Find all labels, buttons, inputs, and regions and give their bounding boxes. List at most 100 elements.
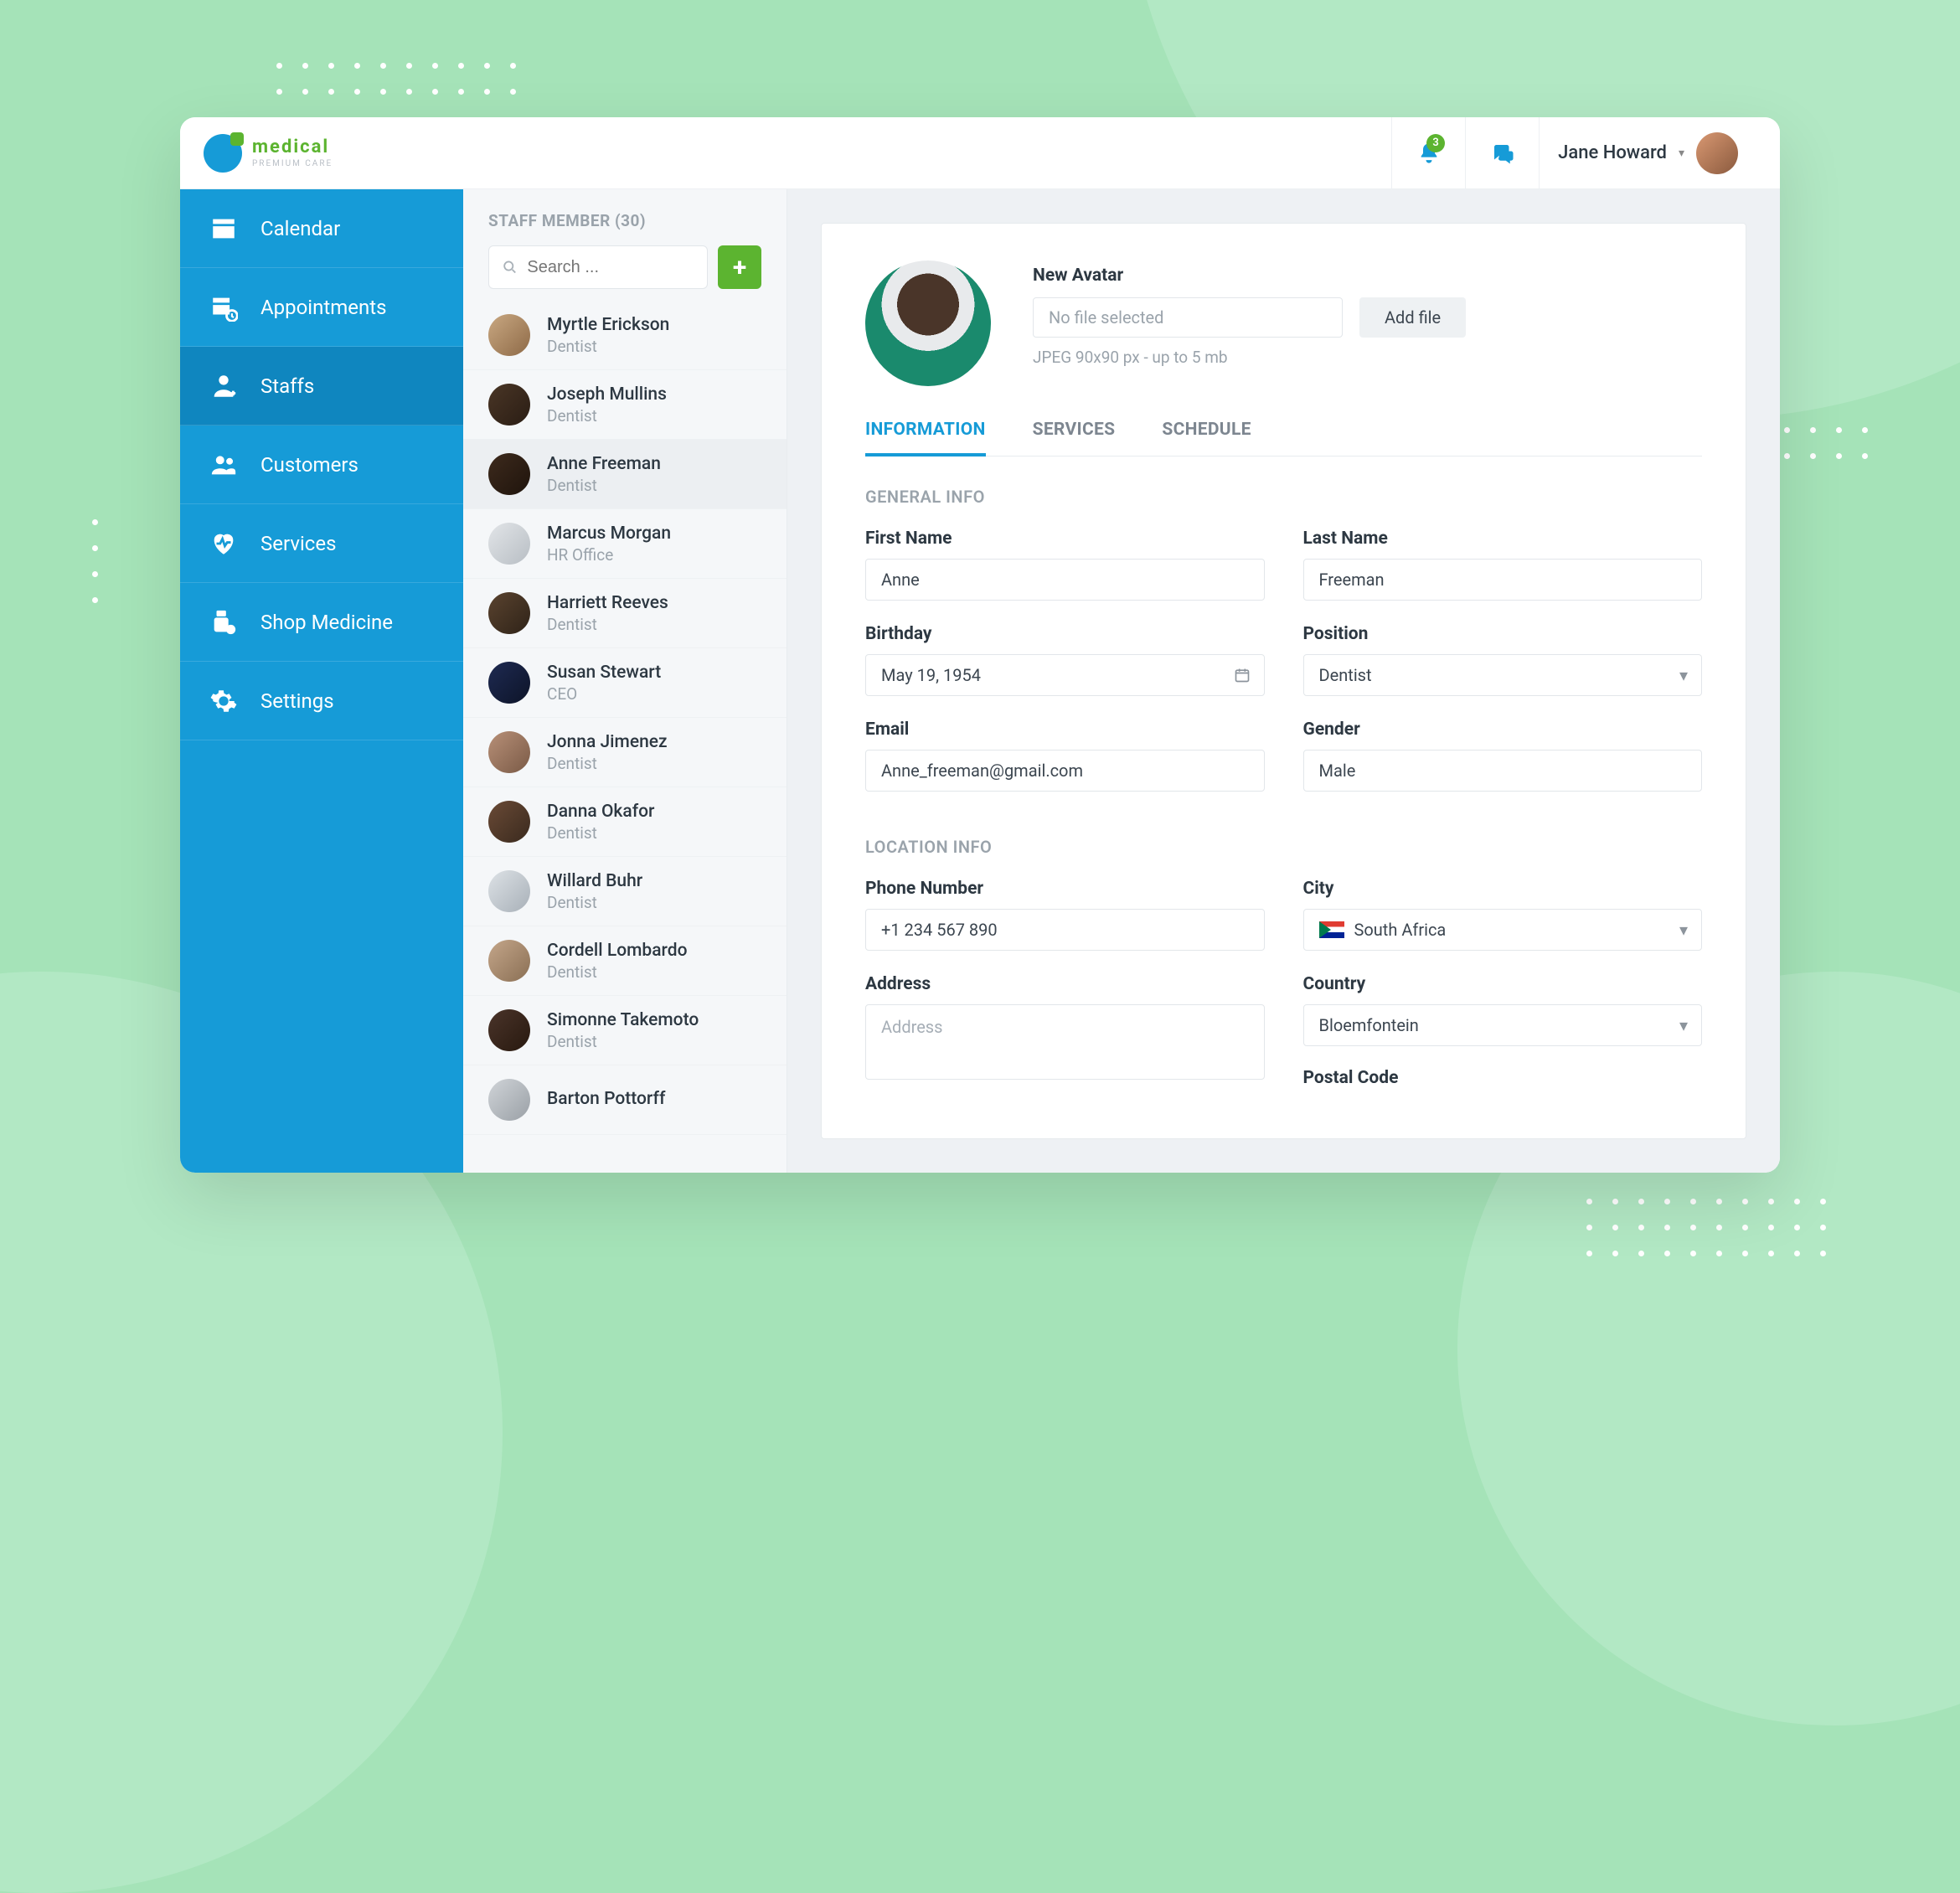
flag-south-africa-icon — [1319, 921, 1344, 938]
sidebar-item-customers[interactable]: Customers — [180, 426, 463, 504]
label-last-name: Last Name — [1303, 529, 1703, 549]
staff-role: Dentist — [547, 893, 642, 912]
brand-logo[interactable]: medical PREMIUM CARE — [204, 134, 333, 173]
nav-label: Staffs — [260, 374, 314, 398]
city-select[interactable]: South Africa ▾ — [1303, 909, 1703, 951]
add-file-button[interactable]: Add file — [1359, 297, 1466, 338]
label-email: Email — [865, 720, 1265, 740]
upload-hint: JPEG 90x90 px - up to 5 mb — [1033, 348, 1702, 367]
nav-label: Appointments — [260, 296, 387, 319]
staff-avatar — [488, 314, 530, 356]
staff-avatar — [488, 453, 530, 495]
app-window: medical PREMIUM CARE 3 Jane Howard ▾ Cal… — [180, 117, 1780, 1173]
staff-avatar — [488, 1009, 530, 1051]
staff-name: Joseph Mullins — [547, 384, 667, 405]
chevron-down-icon: ▾ — [1679, 1015, 1688, 1035]
staffs-icon — [209, 371, 239, 401]
staff-row[interactable]: Anne FreemanDentist — [463, 440, 787, 509]
calendar-icon — [209, 214, 239, 244]
staff-row[interactable]: Susan StewartCEO — [463, 648, 787, 718]
brand-tagline: PREMIUM CARE — [252, 160, 333, 168]
staff-row[interactable]: Willard BuhrDentist — [463, 857, 787, 926]
sidebar-item-calendar[interactable]: Calendar — [180, 189, 463, 268]
file-input[interactable]: No file selected — [1033, 297, 1343, 338]
nav-label: Settings — [260, 689, 334, 713]
avatar-section-label: New Avatar — [1033, 266, 1702, 286]
staff-role: Dentist — [547, 406, 667, 426]
staff-search[interactable] — [488, 245, 708, 289]
logo-mark-icon — [204, 134, 242, 173]
first-name-input[interactable]: Anne — [865, 559, 1265, 601]
staff-row[interactable]: Marcus MorganHR Office — [463, 509, 787, 579]
staff-list-title: STAFF MEMBER (30) — [488, 211, 761, 230]
staff-name: Anne Freeman — [547, 454, 661, 474]
user-menu[interactable]: Jane Howard ▾ — [1539, 117, 1756, 189]
position-select[interactable]: Dentist ▾ — [1303, 654, 1703, 696]
add-staff-button[interactable]: + — [718, 245, 761, 289]
staff-row[interactable]: Jonna Jimenez Dentist — [463, 718, 787, 787]
address-input[interactable]: Address — [865, 1004, 1265, 1080]
staff-name: Myrtle Erickson — [547, 315, 669, 335]
label-postal: Postal Code — [1303, 1068, 1703, 1088]
notifications-button[interactable]: 3 — [1391, 117, 1465, 189]
caret-down-icon: ▾ — [1679, 147, 1684, 160]
sidebar-item-appointments[interactable]: Appointments — [180, 268, 463, 347]
profile-card: New Avatar No file selected Add file JPE… — [821, 223, 1746, 1139]
birthday-input[interactable]: May 19, 1954 — [865, 654, 1265, 696]
label-gender: Gender — [1303, 720, 1703, 740]
calendar-picker-icon — [1234, 667, 1251, 683]
label-first-name: First Name — [865, 529, 1265, 549]
phone-input[interactable]: +1 234 567 890 — [865, 909, 1265, 951]
tab-schedule[interactable]: SCHEDULE — [1162, 420, 1251, 456]
staff-row[interactable]: Simonne TakemotoDentist — [463, 996, 787, 1065]
profile-avatar — [865, 260, 991, 386]
notification-badge: 3 — [1426, 134, 1445, 152]
last-name-input[interactable]: Freeman — [1303, 559, 1703, 601]
tab-information[interactable]: INFORMATION — [865, 420, 986, 456]
sidebar-item-settings[interactable]: Settings — [180, 662, 463, 740]
staff-name: Danna Okafor — [547, 802, 654, 822]
email-input[interactable]: Anne_freeman@gmail.com — [865, 750, 1265, 792]
section-location-title: LOCATION INFO — [865, 837, 1702, 857]
staff-name: Susan Stewart — [547, 663, 661, 683]
staff-row[interactable]: Harriett Reeves Dentist — [463, 579, 787, 648]
customers-icon — [209, 450, 239, 480]
staff-role: HR Office — [547, 545, 671, 565]
gender-input[interactable]: Male — [1303, 750, 1703, 792]
staff-avatar — [488, 731, 530, 773]
staff-name: Marcus Morgan — [547, 524, 671, 544]
chevron-down-icon: ▾ — [1679, 920, 1688, 940]
staff-name: Jonna Jimenez — [547, 732, 668, 752]
sidebar-item-services[interactable]: Services — [180, 504, 463, 583]
staff-avatar — [488, 1079, 530, 1121]
search-input[interactable] — [527, 258, 694, 277]
heart-pulse-icon — [209, 529, 239, 559]
label-position: Position — [1303, 624, 1703, 644]
messages-button[interactable] — [1465, 117, 1539, 189]
topbar: medical PREMIUM CARE 3 Jane Howard ▾ — [180, 117, 1780, 189]
staff-row[interactable]: Danna OkaforDentist — [463, 787, 787, 857]
medicine-icon — [209, 607, 239, 637]
profile-tabs: INFORMATION SERVICES SCHEDULE — [865, 420, 1702, 456]
staff-role: Dentist — [547, 823, 654, 843]
tab-services[interactable]: SERVICES — [1033, 420, 1116, 456]
sidebar-item-staffs[interactable]: Staffs — [180, 347, 463, 426]
chevron-down-icon: ▾ — [1679, 665, 1688, 685]
staff-row[interactable]: Joseph MullinsDentist — [463, 370, 787, 440]
staff-role: Dentist — [547, 962, 688, 982]
staff-role: Dentist — [547, 337, 669, 356]
staff-row[interactable]: Barton Pottorff — [463, 1065, 787, 1135]
sidebar: Calendar Appointments Staffs Customers S… — [180, 189, 463, 1173]
nav-label: Calendar — [260, 217, 340, 240]
user-avatar — [1696, 132, 1738, 174]
staff-avatar — [488, 662, 530, 704]
staff-role: Dentist — [547, 754, 668, 773]
country-select[interactable]: Bloemfontein ▾ — [1303, 1004, 1703, 1046]
label-address: Address — [865, 974, 1265, 994]
staff-name: Harriett Reeves — [547, 593, 668, 613]
staff-role: Dentist — [547, 615, 668, 634]
staff-name: Barton Pottorff — [547, 1089, 665, 1109]
staff-row[interactable]: Cordell LombardoDentist — [463, 926, 787, 996]
sidebar-item-shop[interactable]: Shop Medicine — [180, 583, 463, 662]
staff-row[interactable]: Myrtle Erickson Dentist — [463, 301, 787, 370]
